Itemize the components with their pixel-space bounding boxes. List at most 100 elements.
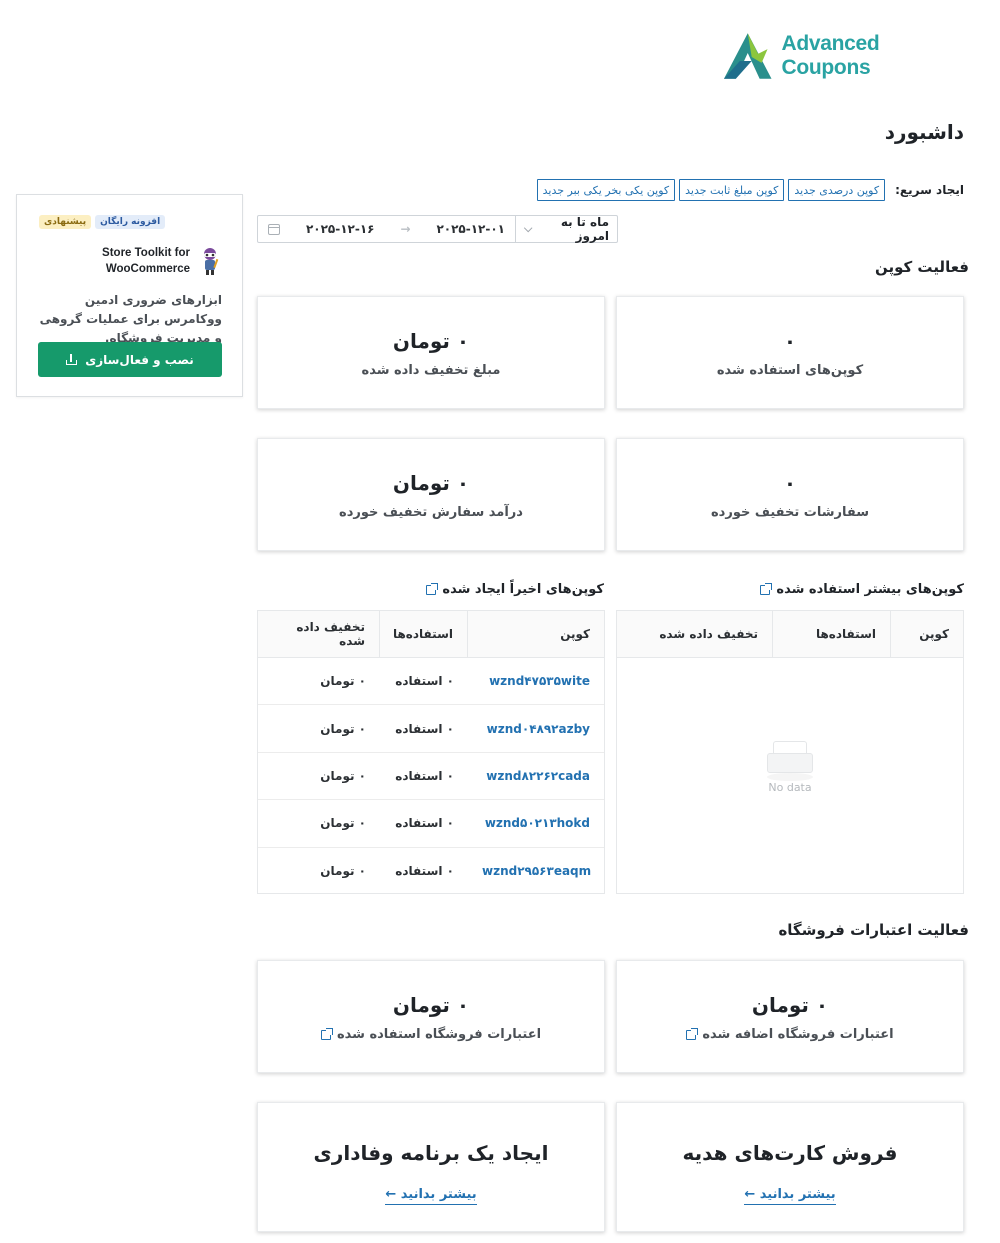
table-row: wznd۵۰۲۱۳hokd ۰ استفاده ۰ تومان	[258, 800, 604, 848]
top-coupons-title[interactable]: کوپن‌های بیشتر استفاده شده	[760, 582, 964, 597]
recent-coupons-title[interactable]: کوپن‌های اخیراً ایجاد شده	[426, 582, 604, 597]
widget-plugin-name: Store Toolkit for WooCommerce	[102, 245, 190, 277]
stat-card-discount-amount: ۰ تومان مبلغ تخفیف داده شده	[257, 296, 605, 409]
coupon-code-link[interactable]: wznd۵۰۲۱۳hokd	[468, 816, 604, 830]
period-select[interactable]: ماه تا به امروز ⌵	[515, 215, 617, 243]
promo-card-gift-cards: فروش کارت‌های هدیه بیشتر بدانید ←	[616, 1102, 964, 1232]
stat-value: ۰ تومان	[751, 993, 829, 1017]
coupon-discount: ۰ تومان	[320, 768, 366, 783]
quick-create-label: ایجاد سریع:	[895, 183, 964, 197]
store-toolkit-widget: افزونه رایگان پیشنهادی Store Toolkit for…	[16, 194, 243, 397]
external-link-icon	[686, 1027, 699, 1040]
promo-card-loyalty: ایجاد یک برنامه وفاداری بیشتر بدانید ←	[257, 1102, 605, 1232]
stat-card-discounted-orders: ۰ سفارشات تخفیف خورده	[616, 438, 964, 551]
table-header: کوپن استفاده‌ها تخفیف داده شده	[258, 611, 604, 658]
coupon-uses: ۰ استفاده	[395, 864, 454, 879]
stat-card-credits-used: ۰ تومان اعتبارات فروشگاه استفاده شده	[257, 960, 605, 1073]
date-range-filter: ماه تا به امروز ⌵ ۲۰۲۵-۱۲-۰۱ → ۲۰۲۵-۱۲-۱…	[257, 215, 618, 243]
top-coupons-table: کوپن استفاده‌ها تخفیف داده شده No data	[616, 610, 964, 894]
column-header-coupon: کوپن	[560, 627, 590, 641]
stat-label: مبلغ تخفیف داده شده	[361, 363, 501, 378]
table-row: wznd۴۷۵۳۵wite ۰ استفاده ۰ تومان	[258, 658, 604, 706]
recent-coupons-table: کوپن استفاده‌ها تخفیف داده شده wznd۴۷۵۳۵…	[257, 610, 605, 894]
widget-description: ابزارهای ضروری ادمین ووکامرس برای عملیات…	[39, 293, 222, 345]
stat-label-text: اعتبارات فروشگاه اضافه شده	[702, 1027, 894, 1042]
quick-create-bar: ایجاد سریع: کوپن درصدی جدید کوپن مبلغ ثا…	[536, 179, 964, 201]
stat-label: سفارشات تخفیف خورده	[710, 505, 870, 520]
learn-more-link[interactable]: بیشتر بدانید ←	[744, 1187, 836, 1205]
column-header-uses: استفاده‌ها	[380, 611, 468, 657]
new-bogo-coupon-button[interactable]: کوپن یکی بخر یکی ببر جدید	[536, 179, 676, 201]
widget-plugin-name-line2: WooCommerce	[105, 263, 190, 275]
free-plugin-badge: افزونه رایگان	[95, 215, 166, 229]
download-icon	[66, 354, 78, 365]
stat-label-link[interactable]: اعتبارات فروشگاه اضافه شده	[617, 1027, 963, 1042]
brand-logo: Advanced Coupons	[722, 30, 972, 82]
chevron-down-icon: ⌵	[524, 222, 533, 235]
coupon-code-link[interactable]: wznd۴۷۵۳۵wite	[468, 674, 604, 688]
stat-value: ۰ تومان	[392, 471, 470, 495]
coupon-code-link[interactable]: wznd۰۴۸۹۲azby	[468, 722, 604, 736]
stat-value: ۰	[783, 471, 797, 495]
toolkit-mascot-icon	[198, 246, 222, 276]
learn-more-link[interactable]: بیشتر بدانید ←	[385, 1187, 477, 1205]
date-range-picker[interactable]: ۲۰۲۵-۱۲-۰۱ → ۲۰۲۵-۱۲-۱۶	[258, 222, 515, 236]
table-row: wznd۲۹۵۶۳eaqm ۰ استفاده ۰ تومان	[258, 848, 604, 895]
advanced-coupons-logo-icon	[723, 33, 772, 79]
coupon-code-link[interactable]: wznd۲۹۵۶۳eaqm	[468, 864, 604, 878]
stat-label: کوپن‌های استفاده شده	[716, 363, 864, 378]
stat-label-link[interactable]: اعتبارات فروشگاه استفاده شده	[258, 1027, 604, 1042]
start-date: ۲۰۲۵-۱۲-۰۱	[436, 222, 505, 236]
stat-card-coupons-used: ۰ کوپن‌های استفاده شده	[616, 296, 964, 409]
stat-label-text: اعتبارات فروشگاه استفاده شده	[336, 1027, 542, 1042]
column-header-discount: تخفیف داده شده	[617, 611, 773, 657]
page-title: داشبورد	[884, 120, 964, 144]
table-header: کوپن استفاده‌ها تخفیف داده شده	[617, 611, 963, 658]
calendar-icon	[268, 223, 280, 235]
install-activate-button[interactable]: نصب و فعال‌سازی	[38, 342, 222, 377]
stat-label: درآمد سفارش تخفیف خورده	[339, 505, 523, 520]
coupon-uses: ۰ استفاده	[395, 674, 454, 689]
top-coupons-title-text: کوپن‌های بیشتر استفاده شده	[776, 582, 964, 597]
coupon-discount: ۰ تومان	[320, 816, 366, 831]
stat-value: ۰ تومان	[392, 329, 470, 353]
empty-state: No data	[617, 741, 963, 794]
badge-group: افزونه رایگان پیشنهادی	[39, 215, 166, 229]
external-link-icon	[320, 1027, 333, 1040]
install-button-label: نصب و فعال‌سازی	[85, 352, 194, 367]
column-header-discount: تخفیف داده شده	[258, 611, 380, 657]
table-row: wznd۸۲۲۶۲cada ۰ استفاده ۰ تومان	[258, 753, 604, 801]
stat-value: ۰	[783, 329, 797, 353]
brand-name: Advanced Coupons	[781, 32, 880, 79]
table-row: wznd۰۴۸۹۲azby ۰ استفاده ۰ تومان	[258, 705, 604, 753]
external-link-icon	[760, 582, 773, 595]
recommended-badge: پیشنهادی	[39, 215, 92, 229]
coupon-code-link[interactable]: wznd۸۲۲۶۲cada	[468, 769, 604, 783]
coupon-uses: ۰ استفاده	[395, 721, 454, 736]
coupon-discount: ۰ تومان	[320, 864, 366, 879]
new-percentage-coupon-button[interactable]: کوپن درصدی جدید	[788, 179, 886, 201]
stat-card-credits-added: ۰ تومان اعتبارات فروشگاه اضافه شده	[616, 960, 964, 1073]
empty-inbox-icon	[767, 741, 813, 781]
arrow-icon: →	[400, 222, 411, 236]
column-header-coupon: کوپن	[919, 627, 949, 641]
widget-plugin-name-line1: Store Toolkit for	[102, 247, 190, 259]
promo-title: فروش کارت‌های هدیه	[682, 1141, 898, 1165]
coupon-uses: ۰ استفاده	[395, 768, 454, 783]
coupon-uses: ۰ استفاده	[395, 816, 454, 831]
coupon-activity-title: فعالیت کوپن	[874, 258, 969, 276]
promo-title: ایجاد یک برنامه وفاداری	[313, 1141, 549, 1165]
period-select-value: ماه تا به امروز	[560, 215, 609, 243]
stat-card-discounted-revenue: ۰ تومان درآمد سفارش تخفیف خورده	[257, 438, 605, 551]
widget-header: Store Toolkit for WooCommerce	[102, 245, 222, 277]
coupon-discount: ۰ تومان	[320, 721, 366, 736]
new-fixed-amount-coupon-button[interactable]: کوپن مبلغ ثابت جدید	[679, 179, 785, 201]
empty-state-text: No data	[768, 781, 812, 794]
store-credit-title: فعالیت اعتبارات فروشگاه	[778, 921, 969, 939]
stat-value: ۰ تومان	[392, 993, 470, 1017]
end-date: ۲۰۲۵-۱۲-۱۶	[305, 222, 375, 236]
external-link-icon	[426, 582, 439, 595]
column-header-uses: استفاده‌ها	[773, 611, 891, 657]
recent-coupons-title-text: کوپن‌های اخیراً ایجاد شده	[442, 582, 604, 597]
coupon-discount: ۰ تومان	[320, 674, 366, 689]
